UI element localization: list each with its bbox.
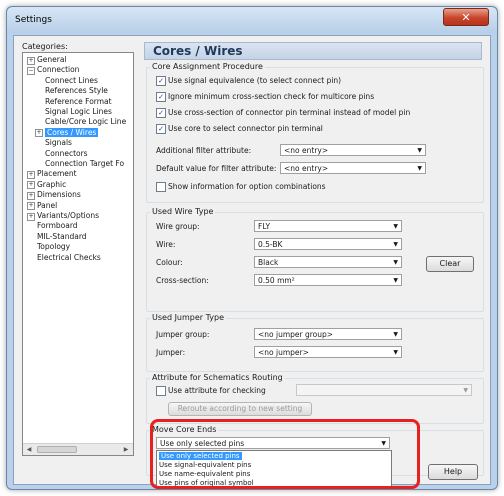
ignore-min-cross-section-checkbox[interactable]: ✓ [156,92,166,102]
use-core-terminal-label: Use core to select connector pin termina… [168,124,323,133]
use-core-terminal-checkbox[interactable]: ✓ [156,124,166,134]
tree-item-placement[interactable]: Placement [37,169,77,178]
cross-section-value: 0.50 mm² [258,276,295,285]
tree-expander-icon[interactable]: + [35,129,43,138]
chevron-down-icon: ▼ [393,349,398,356]
tree-horizontal-scrollbar[interactable]: ◀ ▶ [23,443,133,455]
jumper-group-value: <no jumper group> [258,330,334,339]
chevron-down-icon: ▼ [393,259,398,266]
close-icon: ✕ [461,11,471,24]
settings-window: Settings ✕ Categories: + General − Connecti… [6,6,498,490]
categories-label: Categories: [22,42,68,51]
tree-item-signals[interactable]: Signals [45,138,72,147]
used-jumper-type-title: Used Jumper Type [150,313,226,322]
scroll-left-icon[interactable]: ◀ [24,445,34,454]
tree-item-variants-options[interactable]: Variants/Options [37,211,99,220]
wire-combo[interactable]: 0.5-BK ▼ [254,238,402,250]
tree-expander-icon[interactable]: + [27,181,35,190]
chevron-down-icon: ▼ [463,387,468,394]
signal-equivalence-checkbox[interactable]: ✓ [156,76,166,86]
use-attribute-checkbox[interactable] [156,386,166,396]
tree-item-graphic[interactable]: Graphic [37,180,66,189]
tree-expander-icon[interactable]: − [27,66,35,75]
jumper-group-label: Jumper group: [156,330,210,339]
used-jumper-type-group [146,318,484,372]
use-terminal-cross-section-label: Use cross-section of connector pin termi… [168,108,411,117]
page-title: Cores / Wires [144,42,482,60]
tree-item-topology[interactable]: Topology [37,242,70,251]
tree-item-references-style[interactable]: References Style [45,86,108,95]
default-value-label: Default value for filter attribute: [156,164,277,173]
tree-item-connectors[interactable]: Connectors [45,149,88,158]
routing-attribute-combo[interactable]: ▼ [296,384,472,396]
core-assignment-title: Core Assignment Procedure [150,62,265,71]
clear-button[interactable]: Clear [426,256,474,272]
used-wire-type-title: Used Wire Type [150,207,216,216]
dialog-client-area: Categories: + General − Connection Connect L… [13,35,491,489]
tree-expander-icon[interactable]: + [27,191,35,200]
tree-expander-icon[interactable]: + [27,56,35,65]
chevron-down-icon: ▼ [393,241,398,248]
show-info-label: Show information for option combinations [168,182,326,191]
chevron-down-icon: ▼ [393,277,398,284]
chevron-down-icon: ▼ [393,331,398,338]
show-info-checkbox[interactable] [156,182,166,192]
window-title: Settings [15,15,52,25]
default-value-combo[interactable]: <no entry> ▼ [280,162,426,174]
tree-item-panel[interactable]: Panel [37,201,57,210]
title-bar[interactable]: Settings ✕ [7,7,497,33]
tree-expander-icon[interactable]: + [27,202,35,211]
scroll-right-icon[interactable]: ▶ [121,445,131,454]
help-button[interactable]: Help [428,464,478,480]
categories-tree[interactable]: + General − Connection Connect Lines Referenc… [22,52,134,456]
tree-item-connect-lines[interactable]: Connect Lines [45,76,98,85]
wire-value: 0.5-BK [258,240,283,249]
tree-item-connection[interactable]: Connection [37,65,79,74]
callout-highlight-frame [150,419,420,489]
colour-combo[interactable]: Black ▼ [254,256,402,268]
use-attribute-label: Use attribute for checking [168,386,266,395]
tree-item-reference-format[interactable]: Reference Format [45,97,112,106]
scroll-thumb[interactable] [37,446,77,453]
close-button[interactable]: ✕ [443,8,489,26]
jumper-group-combo[interactable]: <no jumper group> ▼ [254,328,402,340]
tree-item-cores-wires[interactable]: Cores / Wires [45,127,99,137]
chevron-down-icon: ▼ [417,147,422,154]
wire-label: Wire: [156,240,176,249]
use-terminal-cross-section-checkbox[interactable]: ✓ [156,108,166,118]
wire-group-label: Wire group: [156,222,200,231]
attribute-routing-title: Attribute for Schematics Routing [150,373,285,382]
tree-item-connection-target-fo[interactable]: Connection Target Fo [45,159,124,168]
cross-section-combo[interactable]: 0.50 mm² ▼ [254,274,402,286]
chevron-down-icon: ▼ [417,165,422,172]
tree-expander-icon[interactable]: + [27,170,35,179]
tree-item-formboard[interactable]: Formboard [37,221,78,230]
colour-label: Colour: [156,258,183,267]
tree-item-mil-standard[interactable]: MIL-Standard [37,232,87,241]
wire-group-value: FLY [258,222,271,231]
jumper-label: Jumper: [156,348,186,357]
cross-section-label: Cross-section: [156,276,209,285]
default-value-value: <no entry> [284,164,329,173]
jumper-value: <no jumper> [258,348,309,357]
signal-equivalence-label: Use signal equivalence (to select connec… [168,76,342,85]
tree-item-dimensions[interactable]: Dimensions [37,190,81,199]
additional-filter-combo[interactable]: <no entry> ▼ [280,144,426,156]
tree-item-signal-logic-lines[interactable]: Signal Logic Lines [45,107,112,116]
tree-item-cable-core-logic-line[interactable]: Cable/Core Logic Line [45,117,126,126]
tree-expander-icon[interactable]: + [27,212,35,221]
tree-item-electrical-checks[interactable]: Electrical Checks [37,253,101,262]
chevron-down-icon: ▼ [393,223,398,230]
jumper-combo[interactable]: <no jumper> ▼ [254,346,402,358]
additional-filter-label: Additional filter attribute: [156,146,252,155]
ignore-min-cross-section-label: Ignore minimum cross-section check for m… [168,92,375,101]
tree-item-general[interactable]: General [37,55,67,64]
additional-filter-value: <no entry> [284,146,329,155]
reroute-button[interactable]: Reroute according to new setting [168,402,312,416]
colour-value: Black [258,258,279,267]
wire-group-combo[interactable]: FLY ▼ [254,220,402,232]
